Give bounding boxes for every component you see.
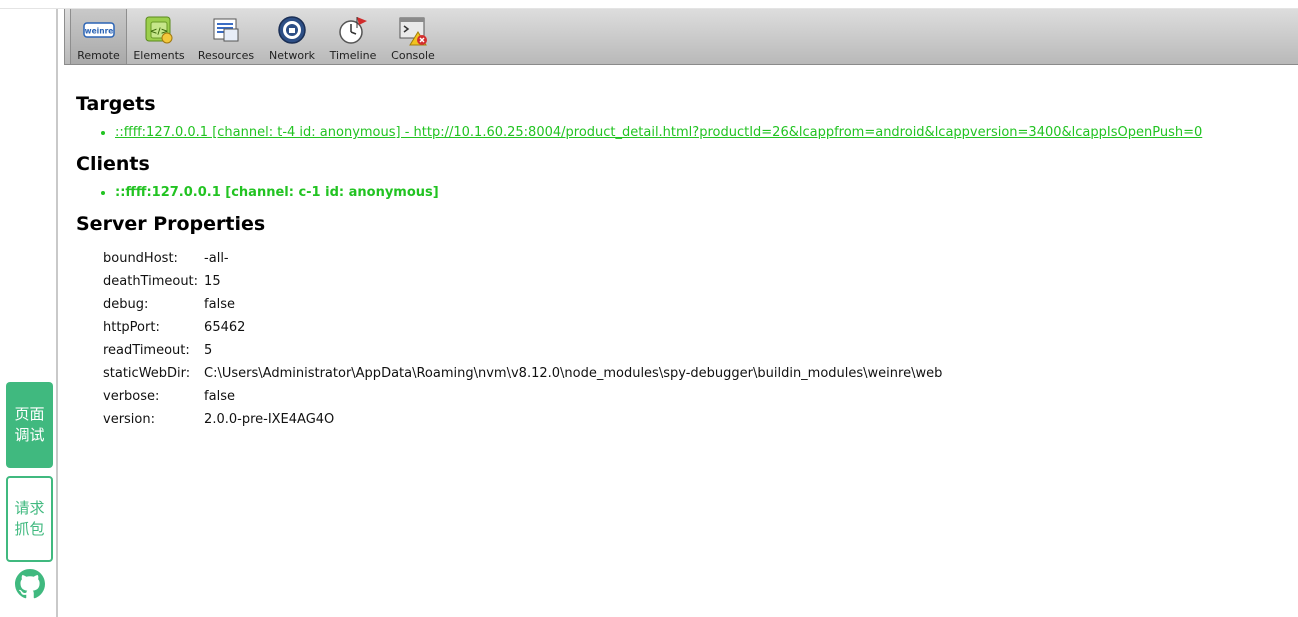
request-capture-label: 请求抓包 bbox=[14, 499, 45, 538]
resources-icon bbox=[213, 18, 239, 42]
prop-key: debug: bbox=[103, 297, 149, 312]
table-row: deathTimeout: 15 bbox=[100, 270, 945, 293]
prop-value: 65462 bbox=[204, 320, 246, 335]
tab-resources[interactable]: Resources bbox=[194, 9, 258, 64]
table-row: verbose: false bbox=[100, 385, 945, 408]
svg-text:weinre: weinre bbox=[84, 27, 113, 36]
tab-network-label: Network bbox=[269, 49, 315, 62]
clients-heading: Clients bbox=[76, 153, 150, 175]
tab-console[interactable]: Console bbox=[386, 9, 440, 64]
prop-value: false bbox=[204, 389, 235, 404]
targets-heading: Targets bbox=[76, 93, 156, 115]
prop-key: readTimeout: bbox=[103, 343, 190, 358]
prop-value: 2.0.0-pre-IXE4AG4O bbox=[204, 412, 335, 427]
prop-key: verbose: bbox=[103, 389, 160, 404]
table-row: readTimeout: 5 bbox=[100, 339, 945, 362]
tab-timeline-label: Timeline bbox=[329, 49, 377, 62]
prop-value: false bbox=[204, 297, 235, 312]
github-icon[interactable] bbox=[15, 569, 45, 599]
request-capture-button[interactable]: 请求抓包 bbox=[6, 476, 53, 562]
tab-resources-label: Resources bbox=[197, 49, 255, 62]
console-icon bbox=[399, 17, 427, 46]
devtools-toolbar: weinre Remote </> Elements Resources Net… bbox=[64, 9, 1298, 65]
remote-panel: Targets ::ffff:127.0.0.1 [channel: t-4 i… bbox=[76, 90, 1286, 431]
timeline-icon bbox=[339, 17, 367, 44]
tab-remote[interactable]: weinre Remote bbox=[70, 9, 127, 64]
prop-key: boundHost: bbox=[103, 251, 178, 266]
top-strip bbox=[0, 0, 1298, 9]
page-debug-label: 页面调试 bbox=[14, 405, 45, 444]
targets-list: ::ffff:127.0.0.1 [channel: t-4 id: anony… bbox=[76, 124, 1286, 142]
prop-key: version: bbox=[103, 412, 155, 427]
network-icon bbox=[278, 16, 306, 44]
tab-network[interactable]: Network bbox=[264, 9, 320, 64]
table-row: staticWebDir: C:\Users\Administrator\App… bbox=[100, 362, 945, 385]
page-debug-button[interactable]: 页面调试 bbox=[6, 382, 53, 468]
prop-value: 15 bbox=[204, 274, 221, 289]
prop-key: httpPort: bbox=[103, 320, 160, 335]
list-item: ::ffff:127.0.0.1 [channel: c-1 id: anony… bbox=[115, 184, 1286, 202]
tab-timeline[interactable]: Timeline bbox=[325, 9, 381, 64]
server-properties-heading: Server Properties bbox=[76, 213, 266, 235]
server-properties-table: boundHost: -all- deathTimeout: 15 debug:… bbox=[100, 247, 945, 431]
tab-elements[interactable]: </> Elements bbox=[131, 9, 187, 64]
left-sidebar: 页面调试 请求抓包 bbox=[0, 9, 58, 617]
tab-remote-label: Remote bbox=[77, 49, 120, 62]
target-link[interactable]: ::ffff:127.0.0.1 [channel: t-4 id: anony… bbox=[115, 125, 1202, 140]
table-row: debug: false bbox=[100, 293, 945, 316]
prop-key: staticWebDir: bbox=[103, 366, 191, 381]
table-row: boundHost: -all- bbox=[100, 247, 945, 270]
client-entry: ::ffff:127.0.0.1 [channel: c-1 id: anony… bbox=[115, 185, 439, 200]
clients-list: ::ffff:127.0.0.1 [channel: c-1 id: anony… bbox=[76, 184, 1286, 202]
weinre-logo-icon: weinre bbox=[82, 22, 115, 38]
elements-icon: </> bbox=[145, 16, 173, 44]
table-row: version: 2.0.0-pre-IXE4AG4O bbox=[100, 408, 945, 431]
table-row: httpPort: 65462 bbox=[100, 316, 945, 339]
prop-value: -all- bbox=[204, 251, 229, 266]
tab-elements-label: Elements bbox=[133, 49, 185, 62]
list-item: ::ffff:127.0.0.1 [channel: t-4 id: anony… bbox=[115, 124, 1286, 142]
prop-value: C:\Users\Administrator\AppData\Roaming\n… bbox=[204, 366, 943, 381]
tab-console-label: Console bbox=[391, 49, 435, 62]
prop-value: 5 bbox=[204, 343, 213, 358]
prop-key: deathTimeout: bbox=[103, 274, 199, 289]
